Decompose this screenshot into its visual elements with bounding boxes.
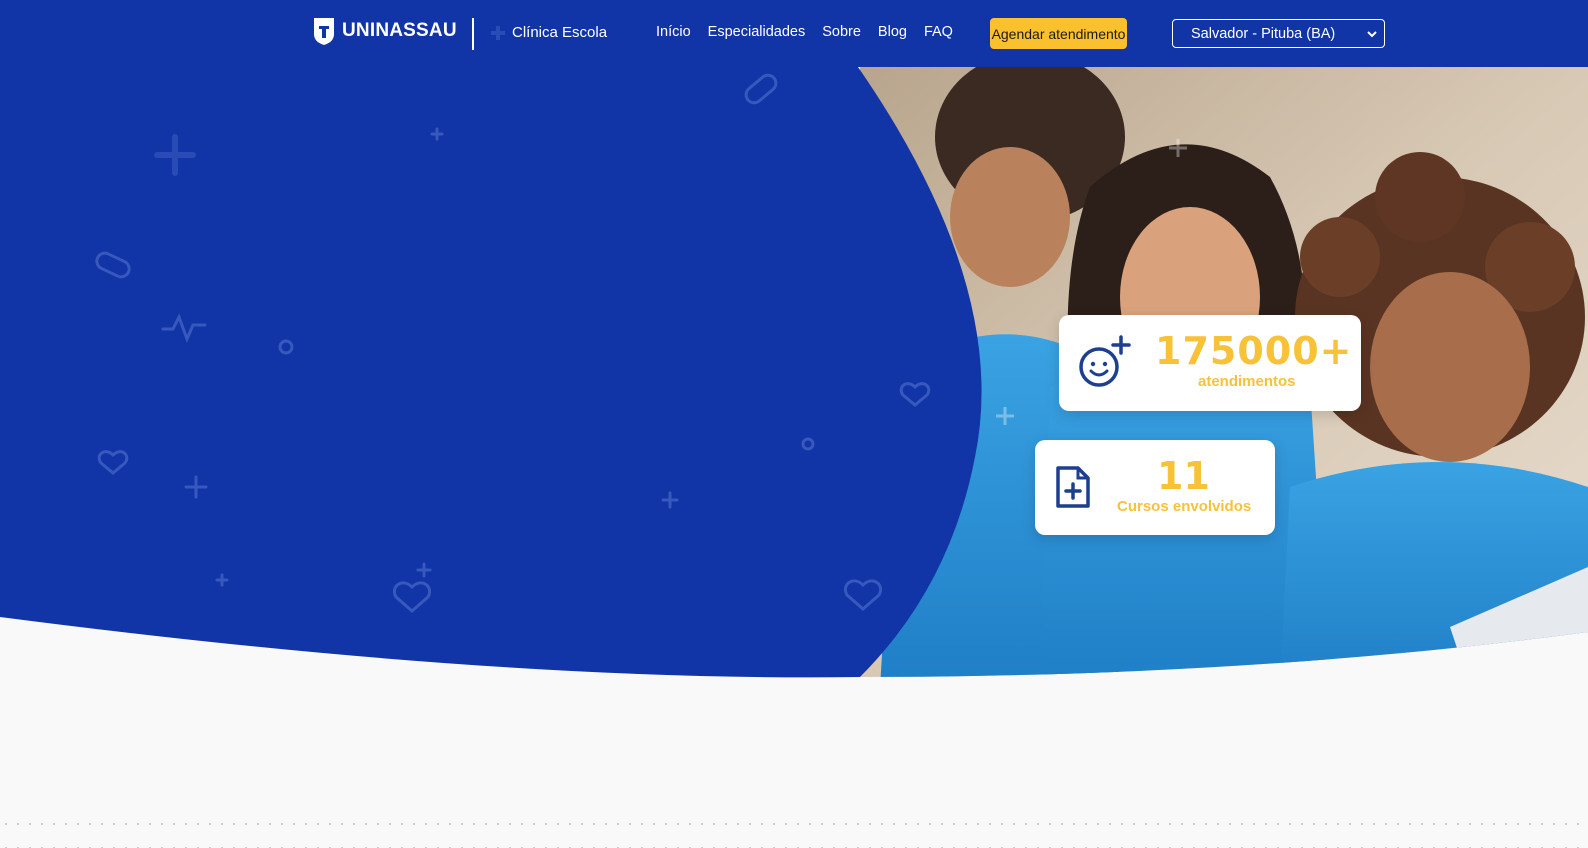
page: UNINASSAU Clínica Escola Início Especial…: [0, 0, 1588, 848]
chevron-down-icon: [1367, 31, 1377, 38]
medical-file-icon: [1056, 466, 1090, 508]
nav-sobre[interactable]: Sobre: [822, 24, 861, 40]
medical-cross-icon: [491, 25, 505, 40]
schedule-appointment-button[interactable]: Agendar atendimento: [990, 18, 1127, 49]
nav-inicio[interactable]: Início: [656, 24, 691, 40]
header-divider: [472, 18, 474, 50]
site-header: UNINASSAU Clínica Escola Início Especial…: [0, 0, 1588, 67]
stats-card-attendances: 175000+ atendimentos: [1059, 315, 1361, 411]
stat-value: 11: [1157, 454, 1210, 498]
shield-icon: [314, 18, 334, 45]
location-select[interactable]: Salvador - Pituba (BA): [1172, 19, 1385, 48]
clinic-title: Clínica Escola: [490, 24, 607, 41]
dotted-pattern: [0, 812, 1588, 848]
stat-label: atendimentos: [1198, 373, 1296, 390]
nav-blog[interactable]: Blog: [878, 24, 907, 40]
nav-faq[interactable]: FAQ: [924, 24, 953, 40]
clinic-label: Clínica Escola: [512, 24, 608, 41]
uninassau-logo[interactable]: UNINASSAU: [312, 16, 457, 46]
nav-especialidades[interactable]: Especialidades: [708, 24, 806, 40]
stats-card-courses: 11 Cursos envolvidos: [1035, 440, 1275, 535]
smiley-plus-icon: [1079, 335, 1131, 387]
stat-label: Cursos envolvidos: [1117, 498, 1252, 515]
logo-text: UNINASSAU: [342, 20, 457, 41]
main-nav: Início Especialidades Sobre Blog FAQ: [656, 24, 953, 40]
stat-value: 175000+: [1155, 329, 1353, 373]
location-select-value: Salvador - Pituba (BA): [1191, 25, 1336, 42]
